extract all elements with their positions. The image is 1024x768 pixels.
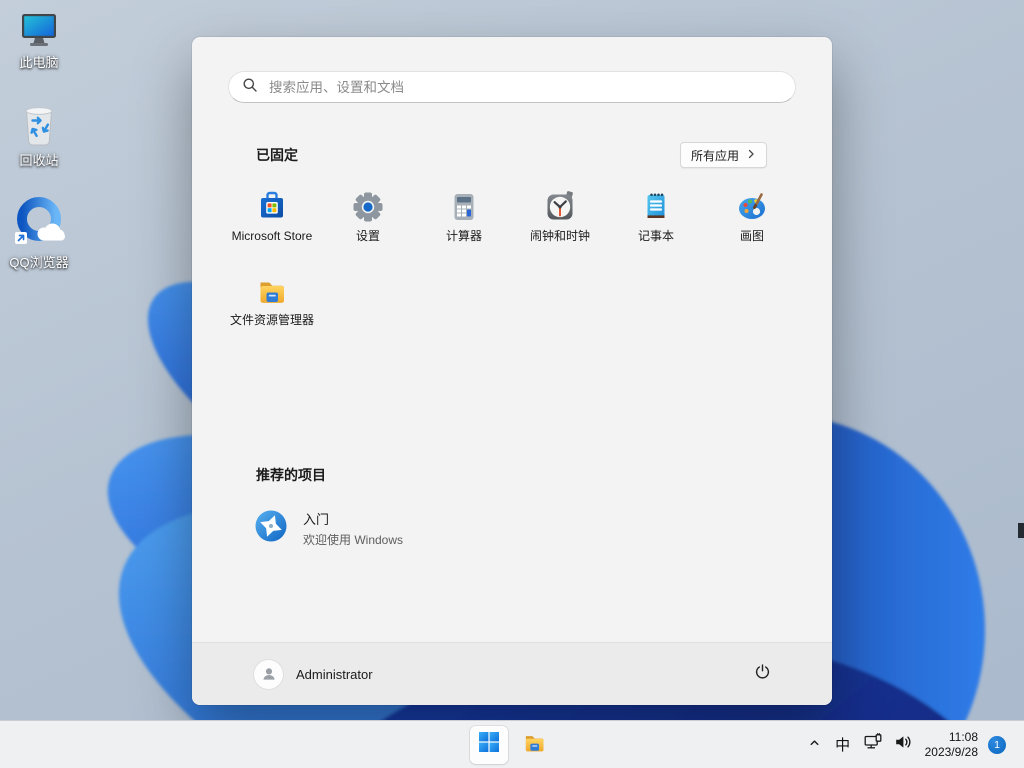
app-label: 闹钟和时钟 (529, 229, 590, 243)
notification-badge[interactable]: 1 (988, 735, 1006, 754)
app-tile-paint[interactable]: 画图 (704, 187, 800, 271)
clock-icon (542, 189, 578, 225)
chevron-up-icon (807, 735, 822, 755)
desktop-icon-this-pc[interactable]: 此电脑 (0, 10, 78, 71)
speaker-icon (893, 732, 913, 757)
notepad-icon (638, 189, 674, 225)
qq-browser-icon (12, 194, 66, 255)
app-label: 画图 (739, 229, 764, 243)
ime-indicator[interactable]: 中 (829, 727, 857, 763)
taskbar: 中 11:08 2023/9/28 1 (0, 720, 1024, 768)
file-explorer-folder-icon (254, 273, 290, 309)
user-account-button[interactable]: Administrator (254, 659, 373, 689)
tray-overflow-button[interactable] (803, 727, 827, 763)
screen-edge-artifact (1018, 523, 1024, 538)
settings-gear-icon (350, 189, 386, 225)
desktop-icon-label: QQ浏览器 (9, 255, 69, 270)
start-menu: 已固定 所有应用 (192, 37, 832, 705)
pinned-apps-grid: Microsoft Store 设置 计算器 闹钟和时钟 记事本 画图 文件资源… (224, 187, 800, 355)
power-icon (753, 662, 772, 686)
app-tile-calculator[interactable]: 计算器 (416, 187, 512, 271)
app-label: 文件资源管理器 (229, 313, 314, 327)
desktop-icon-recycle-bin[interactable]: 回收站 (0, 102, 78, 169)
calculator-icon (446, 189, 482, 225)
all-apps-button[interactable]: 所有应用 (679, 142, 767, 168)
desktop-icon-qq-browser[interactable]: QQ浏览器 (0, 194, 78, 271)
app-tile-settings[interactable]: 设置 (320, 187, 416, 271)
folder-icon (521, 729, 548, 761)
desktop-icon-label: 此电脑 (19, 55, 59, 70)
start-menu-user-bar: Administrator (192, 642, 832, 705)
taskbar-clock[interactable]: 11:08 2023/9/28 (925, 730, 978, 760)
clock-time: 11:08 (948, 729, 978, 744)
recycle-bin-icon (18, 102, 60, 153)
taskbar-file-explorer-button[interactable] (514, 725, 554, 765)
network-ethernet-icon (863, 732, 883, 757)
search-icon (242, 77, 258, 98)
app-tile-file-explorer[interactable]: 文件资源管理器 (224, 271, 320, 355)
power-button[interactable] (742, 656, 782, 692)
search-box[interactable] (228, 71, 796, 103)
pinned-section-title: 已固定 (256, 147, 298, 163)
network-button[interactable] (859, 727, 887, 763)
search-input[interactable] (267, 78, 782, 96)
app-label: 记事本 (637, 229, 674, 243)
app-label: 计算器 (445, 229, 482, 243)
app-tile-alarms-clock[interactable]: 闹钟和时钟 (512, 187, 608, 271)
recommended-item-subtitle: 欢迎使用 Windows (303, 533, 404, 547)
recommended-item-title: 入门 (303, 512, 330, 527)
clock-date: 2023/9/28 (924, 744, 978, 759)
user-avatar (254, 659, 283, 689)
ime-label: 中 (835, 737, 851, 754)
user-name: Administrator (296, 666, 373, 682)
desktop-icon-label: 回收站 (19, 153, 59, 168)
desktop: 此电脑 回收站 QQ浏览器 搜索应用、设置和文档 已固定 所有应用 Micros… (0, 0, 1024, 768)
paint-palette-icon (734, 189, 770, 225)
this-pc-icon (17, 10, 61, 55)
app-tile-notepad[interactable]: 记事本 (608, 187, 704, 271)
volume-button[interactable] (889, 727, 917, 763)
all-apps-label: 所有应用 (690, 148, 739, 163)
windows-logo-icon (478, 731, 500, 758)
app-label: Microsoft Store (231, 229, 313, 243)
chevron-right-icon (746, 148, 756, 162)
start-button[interactable] (470, 725, 508, 764)
recommended-section-title: 推荐的项目 (256, 467, 326, 483)
recommended-item-get-started[interactable]: 入门 欢迎使用 Windows (244, 503, 413, 554)
get-started-icon (254, 509, 288, 548)
app-tile-microsoft-store[interactable]: Microsoft Store (224, 187, 320, 271)
app-label: 设置 (355, 229, 380, 243)
microsoft-store-icon (254, 189, 290, 225)
